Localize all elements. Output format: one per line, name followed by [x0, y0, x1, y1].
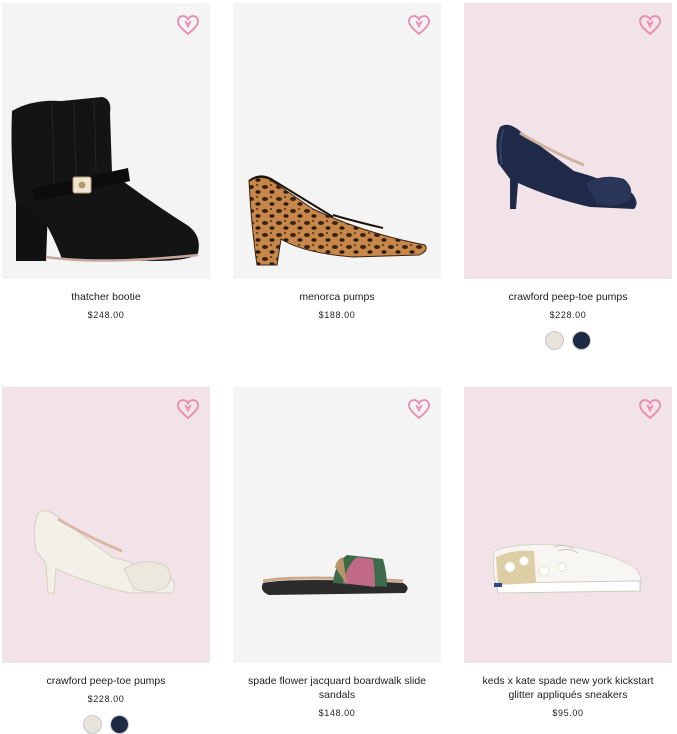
swatch-ivory[interactable]	[83, 715, 102, 734]
product-card[interactable]: crawford peep-toe pumps $228.00	[2, 387, 210, 734]
product-price: $148.00	[318, 708, 356, 718]
swatch-navy[interactable]	[572, 331, 591, 350]
product-price: $228.00	[549, 310, 587, 320]
product-card[interactable]: keds x kate spade new york kickstart gli…	[464, 387, 672, 718]
product-image[interactable]	[2, 387, 210, 663]
swatch-navy[interactable]	[110, 715, 129, 734]
product-card[interactable]: menorca pumps $188.00	[233, 3, 441, 320]
heart-icon[interactable]	[176, 397, 200, 421]
product-image[interactable]	[464, 3, 672, 279]
color-swatches	[2, 715, 210, 734]
product-grid: thatcher bootie $248.00 menorca pumps $1…	[0, 0, 677, 734]
product-image[interactable]	[233, 387, 441, 663]
product-price: $248.00	[87, 310, 125, 320]
heart-icon[interactable]	[638, 13, 662, 37]
product-name[interactable]: spade flower jacquard boardwalk slide sa…	[233, 674, 441, 702]
product-price: $188.00	[318, 310, 356, 320]
product-price: $95.00	[552, 708, 584, 718]
heart-icon[interactable]	[407, 397, 431, 421]
pump-image	[33, 510, 176, 594]
bootie-image	[11, 97, 199, 262]
pump-image	[248, 175, 427, 266]
product-image[interactable]	[2, 3, 210, 279]
product-name[interactable]: keds x kate spade new york kickstart gli…	[464, 674, 672, 702]
product-card[interactable]: crawford peep-toe pumps $228.00	[464, 3, 672, 350]
heart-icon[interactable]	[638, 397, 662, 421]
swatch-ivory[interactable]	[545, 331, 564, 350]
product-name[interactable]: thatcher bootie	[2, 290, 210, 304]
product-price: $228.00	[87, 694, 125, 704]
product-card[interactable]: spade flower jacquard boardwalk slide sa…	[233, 387, 441, 718]
product-name[interactable]: crawford peep-toe pumps	[2, 674, 210, 688]
color-swatches	[464, 331, 672, 350]
product-card[interactable]: thatcher bootie $248.00	[2, 3, 210, 320]
product-image[interactable]	[233, 3, 441, 279]
pump-image	[496, 124, 637, 209]
sneaker-image	[493, 543, 642, 594]
product-image[interactable]	[464, 387, 672, 663]
product-name[interactable]: crawford peep-toe pumps	[464, 290, 672, 304]
heart-icon[interactable]	[176, 13, 200, 37]
product-name[interactable]: menorca pumps	[233, 290, 441, 304]
sandal-image	[261, 555, 408, 595]
heart-icon[interactable]	[407, 13, 431, 37]
